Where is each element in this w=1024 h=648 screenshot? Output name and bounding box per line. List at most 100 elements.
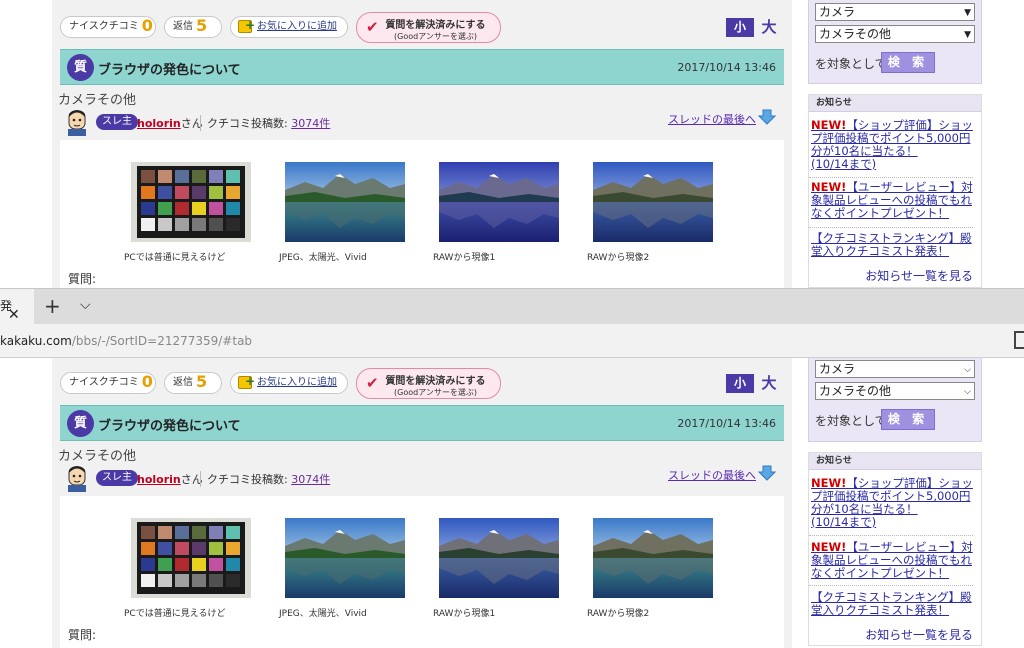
category-select[interactable]: カメラ ⌵ (815, 360, 975, 378)
search-button[interactable]: 検 索 (881, 409, 935, 430)
thread-title: ブラウザの発色について (98, 419, 241, 434)
bottom-page-pane: ナイスクチコミ0 返信5 お気に入りに追加 ✔質問を解決済みにする(Goodアン… (0, 358, 1024, 648)
reading-view-icon[interactable] (1014, 331, 1024, 349)
landscape-image-jpeg[interactable] (285, 162, 405, 242)
news-item[interactable]: NEW!【ショップ評価】ショップ評価投稿でポイント5,000円分が10名に当たる… (811, 477, 976, 529)
color-checker-image[interactable] (131, 162, 251, 242)
landscape-image-raw-2[interactable] (593, 162, 713, 242)
landscape-image-raw-2[interactable] (593, 518, 713, 598)
reply-count-button[interactable]: 返信 5 (164, 372, 222, 394)
url-host: kakaku.com (0, 334, 72, 348)
color-checker-image[interactable] (131, 518, 251, 598)
mark-resolved-button[interactable]: ✔ 質問を解決済みにする (Goodアンサーを選ぶ) (356, 368, 501, 399)
browser-tab[interactable]: 発 ✕ (0, 289, 34, 325)
url-path: /bbs/-/SortID=21277359/#tab (71, 334, 253, 348)
image-caption: RAWから現像1 (433, 253, 496, 263)
subcategory-select-value: カメラその他 (819, 384, 892, 398)
username-link[interactable]: holorin (137, 117, 181, 130)
nice-label: ナイスクチコミ (69, 377, 139, 388)
username: holorinさん (137, 471, 203, 487)
landscape-image-jpeg[interactable] (285, 518, 405, 598)
image-caption: RAWから現像1 (433, 609, 496, 619)
folder-add-icon (238, 15, 255, 35)
new-badge: NEW! (811, 476, 847, 490)
thread-toolbar: ナイスクチコミ0 返信5 お気に入りに追加 ✔質問を解決済みにする(Goodアン… (60, 12, 784, 44)
font-large-button[interactable]: 大 (758, 18, 780, 37)
category-select-value: カメラ (819, 362, 856, 376)
reply-count-button[interactable]: 返信 5 (164, 16, 222, 38)
thread-last-link[interactable]: スレッドの最後へ (668, 111, 756, 127)
thread-datetime: 2017/10/14 13:46 (677, 417, 776, 430)
arrow-down-icon[interactable] (758, 465, 776, 481)
image-caption: JPEG、太陽光、Vivid (279, 253, 367, 263)
user-avatar-icon (68, 466, 86, 492)
new-badge: NEW! (811, 540, 847, 554)
news-more-link[interactable]: お知らせ一覧を見る (865, 626, 973, 643)
sidebar: カメラ ⌵ カメラその他 ⌵ を対象として 検 索 お知らせ NEW!【ショップ評価… (800, 358, 984, 648)
thread-last-link[interactable]: スレッドの最後へ (668, 467, 756, 483)
image-caption: JPEG、太陽光、Vivid (279, 609, 367, 619)
add-favorite-button[interactable]: お気に入りに追加 (230, 371, 348, 394)
username: holorinさん (137, 115, 203, 131)
font-large-button[interactable]: 大 (758, 374, 780, 393)
subcategory-select[interactable]: カメラその他 ⌵ (815, 382, 975, 400)
new-badge: NEW! (811, 118, 847, 132)
chevron-down-icon: ▼ (964, 8, 971, 18)
category-select[interactable]: カメラ ▼ (815, 3, 975, 21)
search-button[interactable]: 検 索 (881, 52, 935, 73)
username-link[interactable]: holorin (137, 473, 181, 486)
search-target-label: を対象として (815, 57, 887, 71)
news-header: お知らせ (809, 453, 981, 470)
news-note: (10/14まで) (811, 157, 877, 171)
address-bar[interactable]: kakaku.com/bbs/-/SortID=21277359/#tab (0, 324, 1024, 358)
reply-label: 返信 (173, 21, 193, 32)
reply-label: 返信 (173, 377, 193, 388)
landscape-image-raw-1[interactable] (439, 518, 559, 598)
font-small-button[interactable]: 小 (726, 18, 754, 37)
post-count: クチコミ投稿数: 3074件 (200, 115, 330, 131)
add-favorite-button[interactable]: お気に入りに追加 (230, 15, 348, 38)
search-box: カメラ ▼ カメラその他 ▼ を対象として 検 索 (808, 0, 982, 84)
image-caption: RAWから現像2 (587, 609, 650, 619)
chevron-down-icon[interactable]: ⌵ (80, 297, 91, 313)
question-label: 質問: (68, 628, 97, 642)
landscape-image-raw-1[interactable] (439, 162, 559, 242)
folder-add-icon (238, 371, 255, 391)
post-count-label: クチコミ投稿数: (207, 117, 288, 130)
news-item[interactable]: 【クチコミストランキング】殿堂入りクチコミスト発表！ (811, 232, 976, 258)
thread-datetime: 2017/10/14 13:46 (677, 61, 776, 74)
question-badge: 質 (67, 410, 94, 437)
font-small-button[interactable]: 小 (726, 374, 754, 393)
divider (809, 227, 973, 228)
nice-kuchikomi-button[interactable]: ナイスクチコミ 0 (60, 372, 156, 394)
new-tab-icon[interactable]: + (44, 294, 61, 318)
nice-count: 0 (141, 372, 153, 391)
nice-label: ナイスクチコミ (69, 21, 139, 32)
url-text[interactable]: kakaku.com/bbs/-/SortID=21277359/#tab (0, 334, 252, 348)
subcategory-select[interactable]: カメラその他 ▼ (815, 25, 975, 43)
user-avatar-icon (68, 110, 86, 136)
news-item[interactable]: 【クチコミストランキング】殿堂入りクチコミスト発表！ (811, 591, 976, 617)
chevron-down-icon: ⌵ (964, 365, 971, 375)
mark-resolved-button[interactable]: ✔ 質問を解決済みにする (Goodアンサーを選ぶ) (356, 12, 501, 43)
divider (809, 585, 973, 586)
news-box: お知らせ NEW!【ショップ評価】ショップ評価投稿でポイント5,000円分が10… (808, 452, 982, 646)
thread-toolbar: ナイスクチコミ0 返信5 お気に入りに追加 ✔質問を解決済みにする(Goodアン… (60, 368, 784, 400)
news-item[interactable]: NEW!【ユーザーレビュー】対象製品レビューへの投稿でもれなくポイントプレゼント… (811, 541, 976, 580)
news-item[interactable]: NEW!【ショップ評価】ショップ評価投稿でポイント5,000円分が10名に当たる… (811, 119, 976, 171)
chevron-down-icon: ⌵ (964, 387, 971, 397)
thread-main-column: ナイスクチコミ0 返信5 お気に入りに追加 ✔質問を解決済みにする(Goodアン… (52, 358, 792, 648)
divider (809, 535, 973, 536)
post-count-link[interactable]: 3074件 (291, 117, 330, 130)
divider (809, 177, 973, 178)
post-count-link[interactable]: 3074件 (291, 473, 330, 486)
thread-title-bar: 質 ブラウザの発色について 2017/10/14 13:46 (60, 405, 784, 441)
chevron-down-icon: ▼ (964, 30, 971, 40)
news-box: お知らせ NEW!【ショップ評価】ショップ評価投稿でポイント5,000円分が10… (808, 94, 982, 288)
nice-kuchikomi-button[interactable]: ナイスクチコミ 0 (60, 16, 156, 38)
news-more-link[interactable]: お知らせ一覧を見る (865, 267, 973, 284)
news-text: 【クチコミストランキング】殿堂入りクチコミスト発表！ (811, 590, 972, 617)
arrow-down-icon[interactable] (758, 109, 776, 125)
post-count-label: クチコミ投稿数: (207, 473, 288, 486)
news-item[interactable]: NEW!【ユーザーレビュー】対象製品レビューへの投稿でもれなくポイントプレゼント… (811, 181, 976, 220)
